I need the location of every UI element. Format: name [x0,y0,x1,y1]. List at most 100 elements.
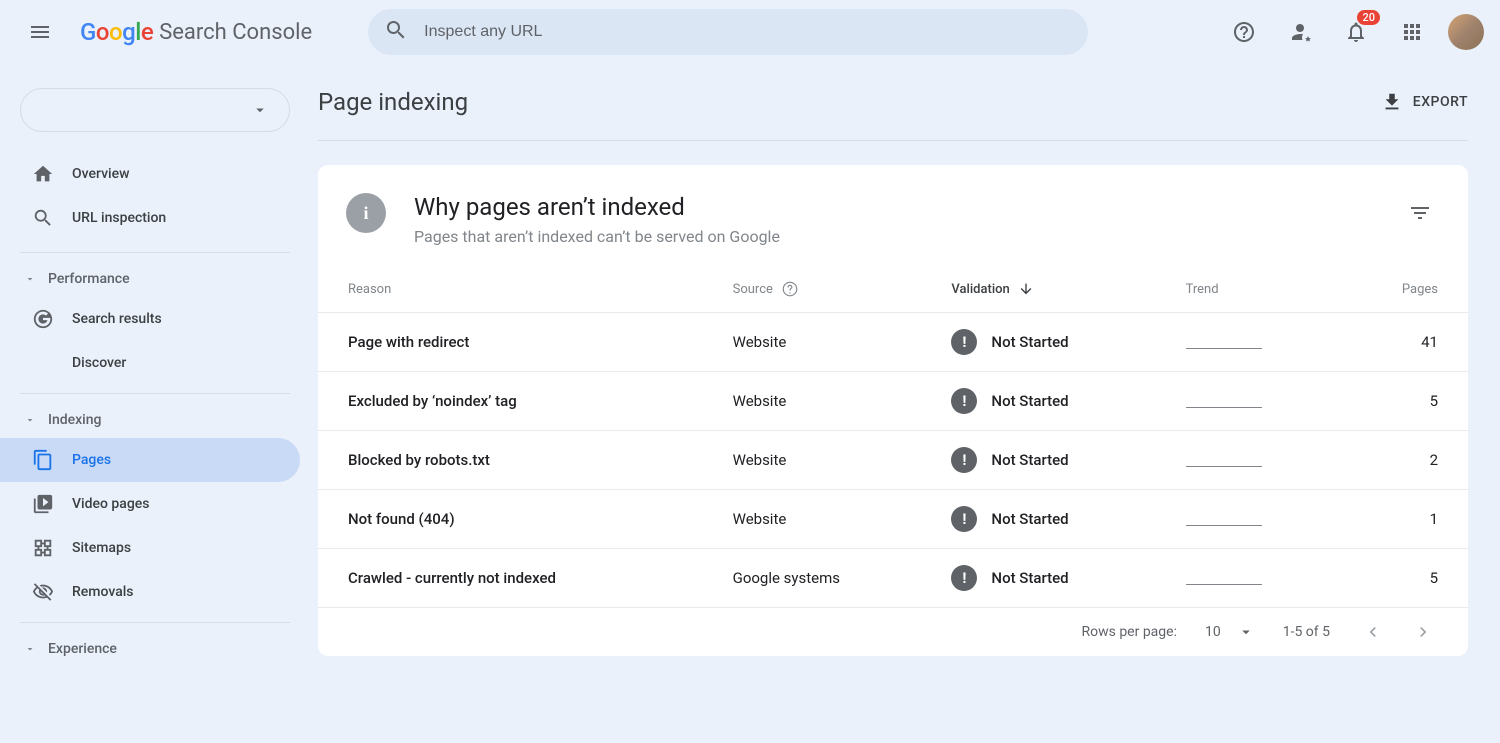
help-icon[interactable] [1224,12,1264,52]
cell-validation: !Not Started [935,490,1169,549]
cell-source: Website [717,313,936,372]
cell-pages: 5 [1339,372,1468,431]
google-g-icon [32,308,54,330]
nav-header-label: Indexing [48,412,101,428]
page-header: Page indexing EXPORT [318,64,1468,141]
sidebar-item-search-results[interactable]: Search results [0,297,300,341]
table-row[interactable]: Not found (404)Website!Not Started1 [318,490,1468,549]
nav-header-experience[interactable]: Experience [0,631,310,667]
sidebar: Overview URL inspection Performance Sear… [0,64,310,683]
google-logo: Google [80,18,153,46]
col-source[interactable]: Source [717,266,936,313]
sidebar-item-overview[interactable]: Overview [0,152,300,196]
menu-icon[interactable] [16,8,64,56]
nav-label: Removals [72,584,134,600]
help-outline-icon [781,280,799,298]
cell-trend [1170,490,1340,549]
cell-reason: Blocked by robots.txt [318,431,717,490]
cell-pages: 2 [1339,431,1468,490]
page-title: Page indexing [318,88,468,116]
home-icon [32,163,54,185]
nav-header-label: Experience [48,641,117,657]
rows-value: 10 [1205,624,1221,640]
card-subtitle: Pages that aren’t indexed can’t be serve… [414,227,780,246]
notifications-icon[interactable]: 20 [1336,12,1376,52]
filter-icon [1408,201,1432,225]
not-indexed-card: i Why pages aren’t indexed Pages that ar… [318,165,1468,656]
avatar[interactable] [1448,14,1484,50]
exclamation-icon: ! [951,447,977,473]
nav-label: Pages [72,452,111,468]
col-pages[interactable]: Pages [1339,266,1468,313]
caret-down-icon [24,643,36,655]
cell-pages: 1 [1339,490,1468,549]
users-settings-icon[interactable] [1280,12,1320,52]
cell-source: Google systems [717,549,936,608]
reasons-table: Reason Source Validation [318,266,1468,608]
nav-label: Discover [72,355,126,371]
nav-divider [20,622,290,623]
export-button[interactable]: EXPORT [1381,91,1468,113]
chevron-down-icon [251,101,269,119]
sidebar-item-sitemaps[interactable]: Sitemaps [0,526,300,570]
property-selector[interactable] [20,88,290,132]
info-icon: i [346,193,386,233]
filter-button[interactable] [1400,193,1440,233]
table-row[interactable]: Crawled - currently not indexedGoogle sy… [318,549,1468,608]
table-row[interactable]: Excluded by ‘noindex’ tagWebsite!Not Sta… [318,372,1468,431]
nav-header-label: Performance [48,271,130,287]
cell-validation: !Not Started [935,431,1169,490]
trend-sparkline [1186,508,1262,526]
exclamation-icon: ! [951,506,977,532]
cell-pages: 5 [1339,549,1468,608]
table-row[interactable]: Page with redirectWebsite!Not Started41 [318,313,1468,372]
trend-sparkline [1186,449,1262,467]
cell-trend [1170,313,1340,372]
nav-label: Video pages [72,496,149,512]
sidebar-item-url-inspection[interactable]: URL inspection [0,196,300,240]
search-input[interactable] [424,23,1072,41]
sidebar-item-video-pages[interactable]: Video pages [0,482,300,526]
chevron-left-icon [1363,622,1383,642]
sitemap-icon [32,537,54,559]
cell-pages: 41 [1339,313,1468,372]
nav-header-indexing[interactable]: Indexing [0,402,310,438]
nav-label: Overview [72,166,129,182]
table-row[interactable]: Blocked by robots.txtWebsite!Not Started… [318,431,1468,490]
sidebar-item-discover[interactable]: Discover [0,341,300,385]
export-label: EXPORT [1413,94,1468,110]
trend-sparkline [1186,567,1262,585]
next-page-button[interactable] [1408,622,1438,642]
table-footer: Rows per page: 10 1-5 of 5 [318,608,1468,656]
cell-trend [1170,372,1340,431]
page-range: 1-5 of 5 [1283,624,1330,640]
col-reason[interactable]: Reason [318,266,717,313]
product-logo[interactable]: Google Search Console [80,18,312,46]
apps-icon[interactable] [1392,12,1432,52]
download-icon [1381,91,1403,113]
card-title: Why pages aren’t indexed [414,193,780,221]
caret-down-icon [24,273,36,285]
cell-source: Website [717,490,936,549]
arrow-down-icon [1018,281,1034,297]
rows-per-page-select[interactable]: 10 [1205,623,1255,641]
topbar: Google Search Console 20 [0,0,1500,64]
sidebar-item-pages[interactable]: Pages [0,438,300,482]
cell-validation: !Not Started [935,549,1169,608]
col-validation[interactable]: Validation [935,266,1169,313]
prev-page-button[interactable] [1358,622,1388,642]
cell-reason: Page with redirect [318,313,717,372]
nav-divider [20,393,290,394]
cell-validation: !Not Started [935,372,1169,431]
chevron-right-icon [1413,622,1433,642]
exclamation-icon: ! [951,565,977,591]
cell-reason: Crawled - currently not indexed [318,549,717,608]
notification-badge: 20 [1357,10,1380,25]
nav-header-performance[interactable]: Performance [0,261,310,297]
nav-label: URL inspection [72,210,166,226]
visibility-off-icon [32,581,54,603]
sidebar-item-removals[interactable]: Removals [0,570,300,614]
url-inspect-search[interactable] [368,9,1088,55]
cell-reason: Excluded by ‘noindex’ tag [318,372,717,431]
col-trend[interactable]: Trend [1170,266,1340,313]
